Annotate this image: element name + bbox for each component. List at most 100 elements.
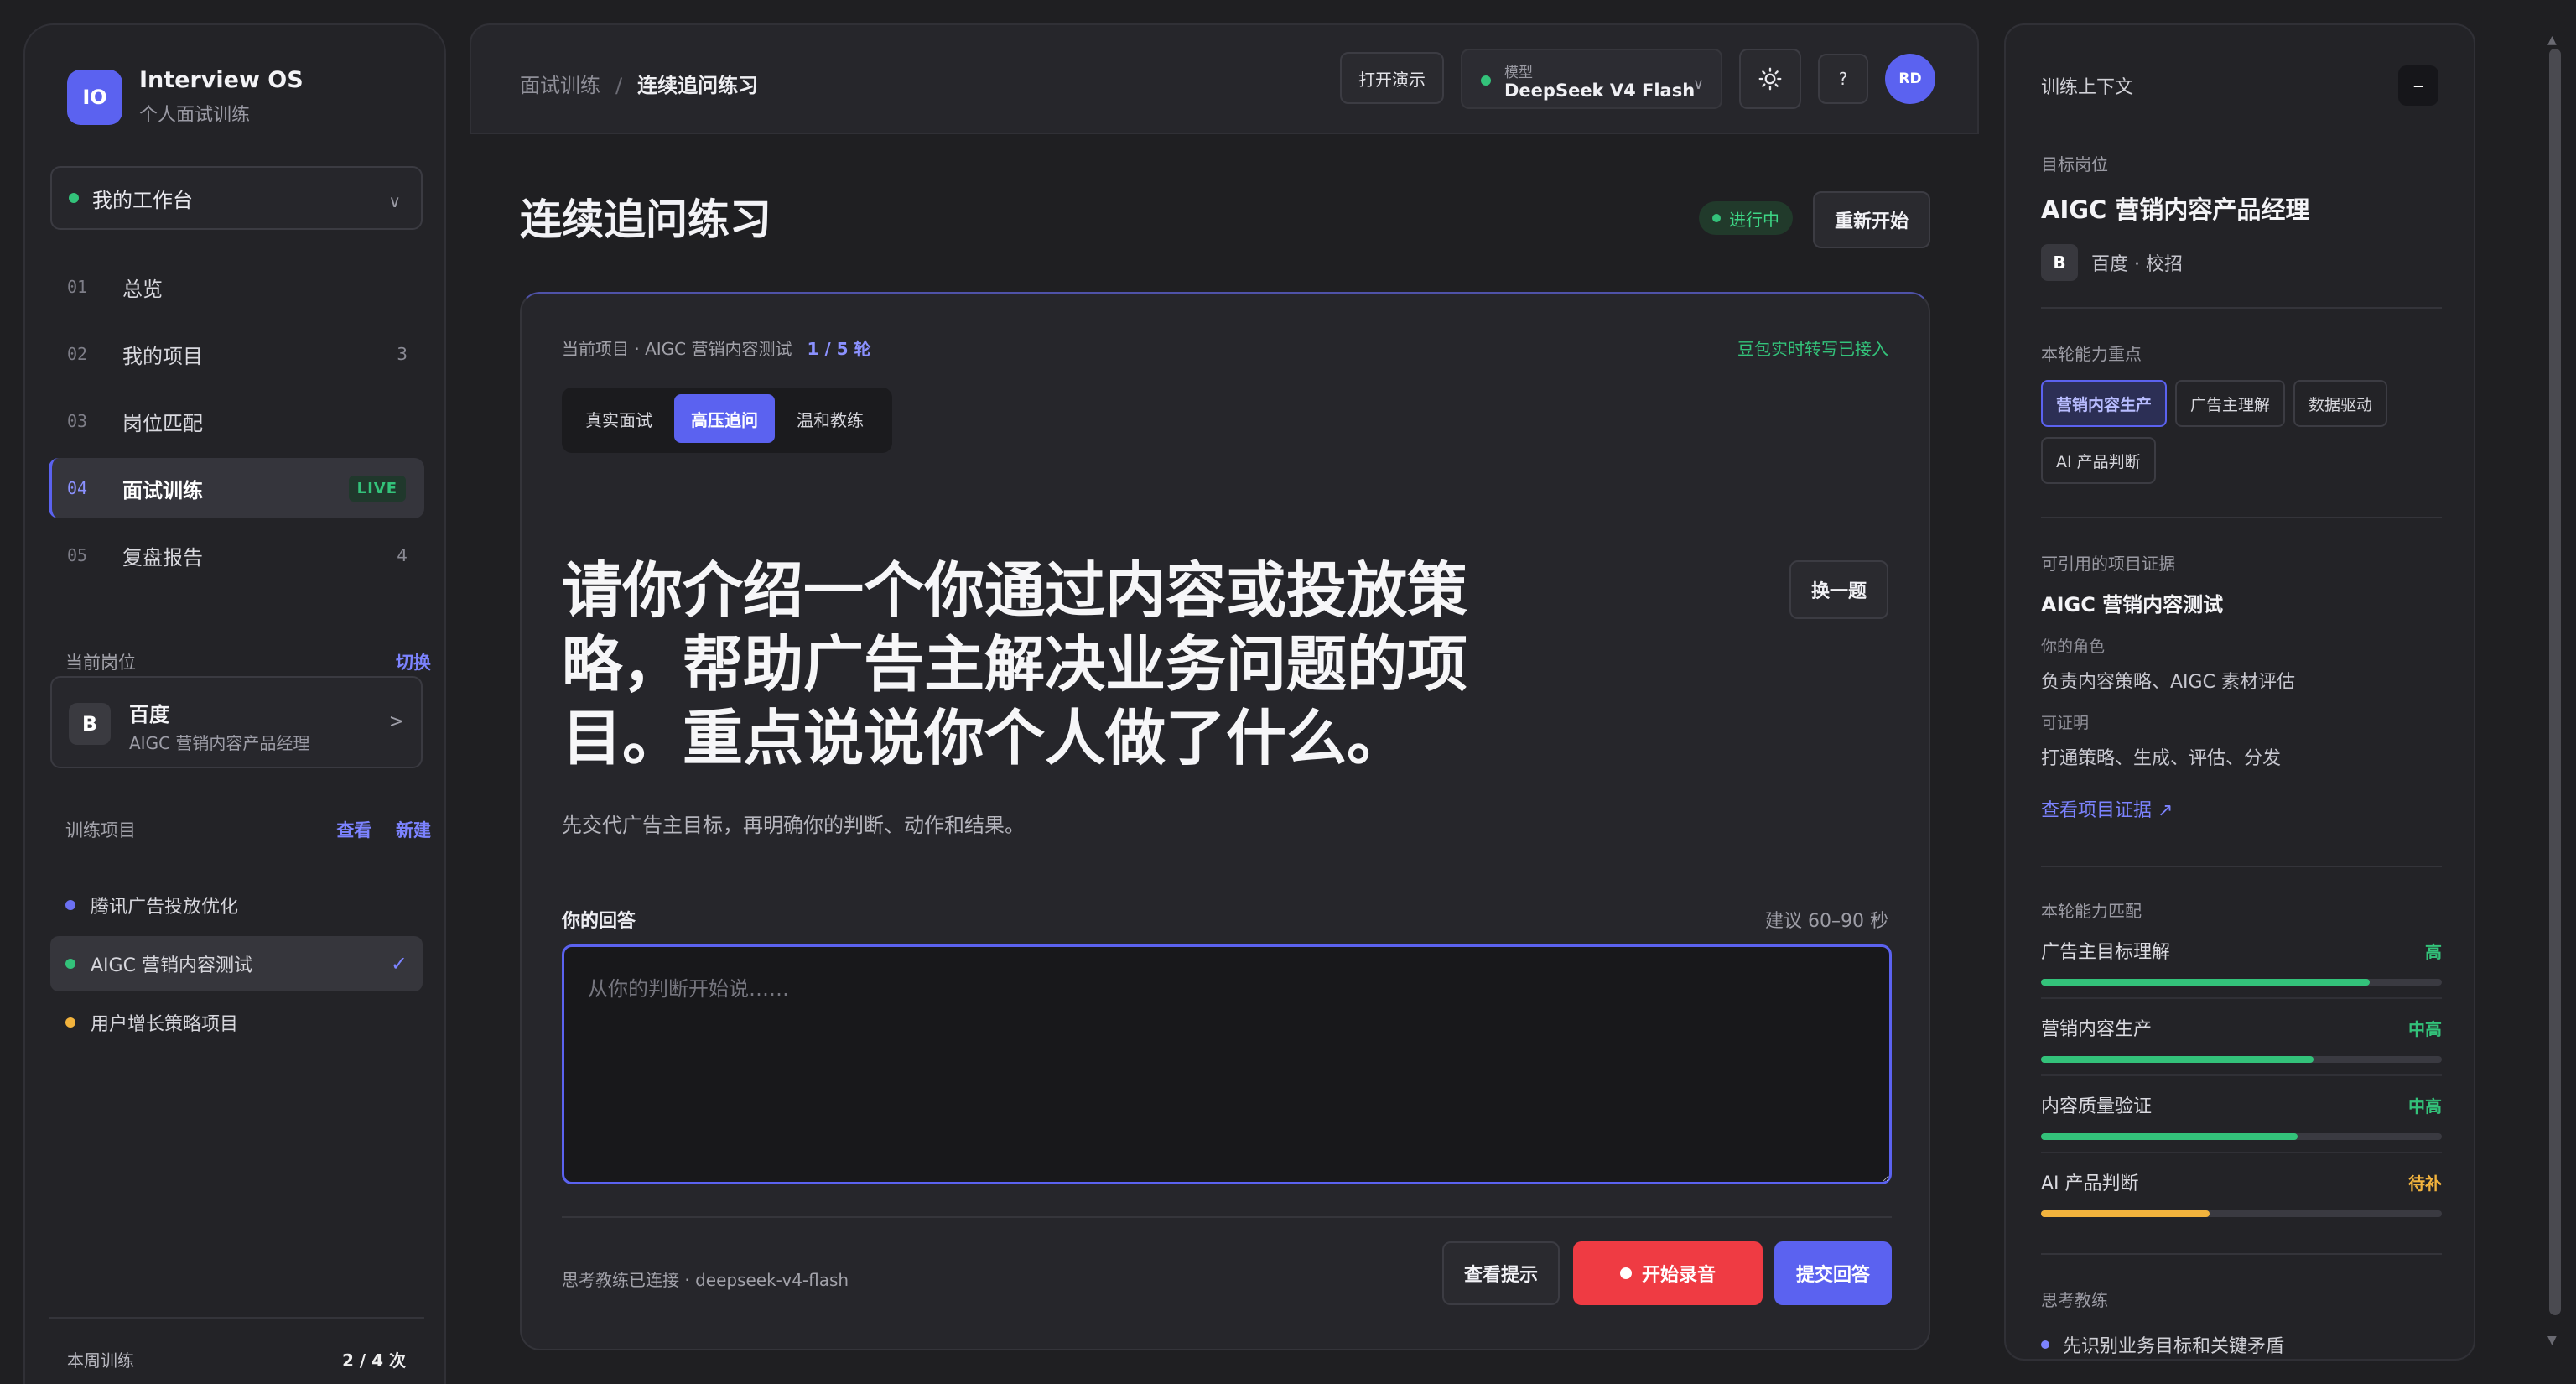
chevron-right-icon: >	[388, 711, 404, 732]
new-project-link[interactable]: 新建	[396, 820, 431, 840]
coach-connection-status: 思考教练已连接 · deepseek-v4-flash	[562, 1270, 849, 1290]
nav-item-projects[interactable]: 02 我的项目 3	[49, 324, 424, 384]
project-dot-icon	[65, 959, 75, 969]
restart-button[interactable]: 重新开始	[1813, 191, 1930, 248]
change-question-button[interactable]: 换一题	[1789, 560, 1888, 619]
view-evidence-link[interactable]: 查看项目证据 ↗	[2041, 795, 2442, 822]
target-role-label: 目标岗位	[2041, 154, 2108, 174]
help-button[interactable]: ?	[1818, 54, 1868, 104]
match-name: AI 产品判断	[2041, 1173, 2139, 1194]
nav-item-count: 4	[397, 545, 408, 565]
list-item[interactable]: 腾讯广告投放优化	[50, 877, 423, 933]
nav-item-count: 3	[397, 344, 408, 364]
match-name: 广告主目标理解	[2041, 942, 2171, 963]
list-item[interactable]: AIGC 营销内容测试 ✓	[50, 936, 423, 991]
submit-answer-button[interactable]: 提交回答	[1774, 1241, 1892, 1305]
focus-tags: 营销内容生产 广告主理解 数据驱动 AI 产品判断	[2041, 380, 2442, 494]
nav-item-label: 我的项目	[122, 344, 203, 368]
match-row: AI 产品判断 待补	[2041, 1153, 2442, 1231]
breadcrumb-current: 连续追问练习	[637, 74, 759, 97]
focus-section: 本轮能力重点 营销内容生产 广告主理解 数据驱动 AI 产品判断	[2041, 341, 2442, 494]
collapse-button[interactable]: –	[2398, 65, 2438, 106]
focus-tag[interactable]: 数据驱动	[2293, 380, 2388, 427]
nav-item-label: 复盘报告	[122, 545, 203, 570]
nav-item-number: 05	[67, 545, 88, 565]
company-badge: B	[2041, 244, 2078, 281]
nav-item-number: 03	[67, 411, 88, 431]
weekly-value: 2 / 4 次	[341, 1350, 406, 1371]
answer-input[interactable]	[562, 944, 1892, 1184]
match-level: 待补	[2408, 1173, 2442, 1194]
target-role-title: AIGC 营销内容产品经理	[2041, 195, 2310, 224]
target-role-section: 目标岗位 AIGC 营销内容产品经理 B 百度 · 校招	[2041, 151, 2442, 281]
coach-item-text: 先识别业务目标和关键矛盾	[2063, 1336, 2285, 1357]
status-dot-icon	[1712, 214, 1721, 222]
company-info: 百度 · 校招	[2091, 254, 2183, 275]
nav-item-reports[interactable]: 05 复盘报告 4	[49, 525, 424, 585]
app-logo: IO	[67, 69, 122, 125]
view-hint-button[interactable]: 查看提示	[1442, 1241, 1560, 1305]
nav-item-number: 04	[67, 478, 88, 498]
theme-toggle-button[interactable]	[1739, 49, 1801, 109]
match-fill	[2041, 1056, 2314, 1063]
mode-gentle-coach[interactable]: 温和教练	[780, 394, 880, 443]
role-title: AIGC 营销内容产品经理	[129, 733, 310, 753]
match-fill	[2041, 979, 2370, 986]
match-level: 高	[2425, 942, 2442, 962]
match-section: 本轮能力匹配 广告主目标理解 高 营销内容生产 中高 内容质量验证 中高 AI …	[2041, 898, 2442, 1231]
scroll-down-icon[interactable]: ▼	[2547, 1334, 2557, 1347]
focus-tag[interactable]: 广告主理解	[2175, 380, 2286, 427]
open-demo-button[interactable]: 打开演示	[1340, 52, 1444, 104]
switch-role-link[interactable]: 切换	[396, 649, 431, 674]
chevron-down-icon: ∨	[388, 191, 401, 211]
focus-tag[interactable]: AI 产品判断	[2041, 437, 2156, 484]
scroll-up-icon[interactable]: ▲	[2547, 34, 2557, 47]
coach-section: 思考教练 先识别业务目标和关键矛盾	[2041, 1287, 2442, 1358]
divider	[2041, 1253, 2442, 1255]
match-row: 广告主目标理解 高	[2041, 922, 2442, 999]
match-track	[2041, 979, 2442, 986]
match-level: 中高	[2408, 1096, 2442, 1116]
breadcrumb-separator: /	[615, 74, 623, 97]
match-row: 内容质量验证 中高	[2041, 1076, 2442, 1153]
nav-item-number: 02	[67, 344, 88, 364]
current-role-heading: 当前岗位	[65, 653, 136, 673]
list-item[interactable]: 用户增长策略项目	[50, 995, 423, 1050]
workspace-selector[interactable]: 我的工作台 ∨	[50, 166, 423, 230]
avatar[interactable]: RD	[1885, 54, 1935, 104]
scrollbar-thumb[interactable]	[2549, 49, 2561, 1315]
nav-item-label: 岗位匹配	[122, 411, 203, 435]
project-dot-icon	[65, 900, 75, 910]
context-heading: 训练上下文	[2041, 77, 2134, 98]
mode-real-interview[interactable]: 真实面试	[569, 394, 669, 443]
focus-label: 本轮能力重点	[2041, 344, 2142, 364]
nav-item-number: 01	[67, 277, 88, 297]
projects-header: 训练项目 查看 新建	[65, 817, 431, 842]
match-level: 中高	[2408, 1019, 2442, 1039]
nav-item-label: 总览	[122, 277, 163, 301]
mode-switcher: 真实面试 高压追问 温和教练	[562, 388, 892, 453]
current-role-card[interactable]: B 百度 AIGC 营销内容产品经理 >	[50, 676, 423, 768]
top-bar: 面试训练 / 连续追问练习 打开演示 模型 DeepSeek V4 Flash ∨ …	[470, 23, 1979, 134]
focus-tag[interactable]: 营销内容生产	[2041, 380, 2168, 427]
nav-item-overview[interactable]: 01 总览	[49, 257, 424, 317]
model-value: DeepSeek V4 Flash	[1504, 81, 1696, 101]
nav-item-job-match[interactable]: 03 岗位匹配	[49, 391, 424, 451]
nav-item-interview-training[interactable]: 04 面试训练 LIVE	[49, 458, 424, 518]
model-selector[interactable]: 模型 DeepSeek V4 Flash ∨	[1461, 49, 1722, 109]
breadcrumb: 面试训练 / 连续追问练习	[520, 69, 758, 98]
start-recording-button[interactable]: 开始录音	[1573, 1241, 1763, 1305]
match-name: 内容质量验证	[2041, 1096, 2153, 1117]
evidence-label: 可引用的项目证据	[2041, 554, 2175, 574]
nav-item-label: 面试训练	[122, 478, 203, 502]
round-counter: 1 / 5 轮	[807, 339, 871, 359]
view-projects-link[interactable]: 查看	[336, 820, 371, 840]
page-scrollbar[interactable]: ▲ ▼	[2546, 34, 2564, 1350]
answer-label: 你的回答	[562, 911, 636, 932]
check-icon: ✓	[390, 952, 408, 976]
match-fill	[2041, 1210, 2210, 1217]
breadcrumb-parent[interactable]: 面试训练	[520, 74, 600, 97]
role-value: 负责内容策略、AIGC 素材评估	[2041, 672, 2295, 693]
mode-pressure[interactable]: 高压追问	[674, 394, 775, 443]
status-label: 进行中	[1729, 209, 1779, 230]
